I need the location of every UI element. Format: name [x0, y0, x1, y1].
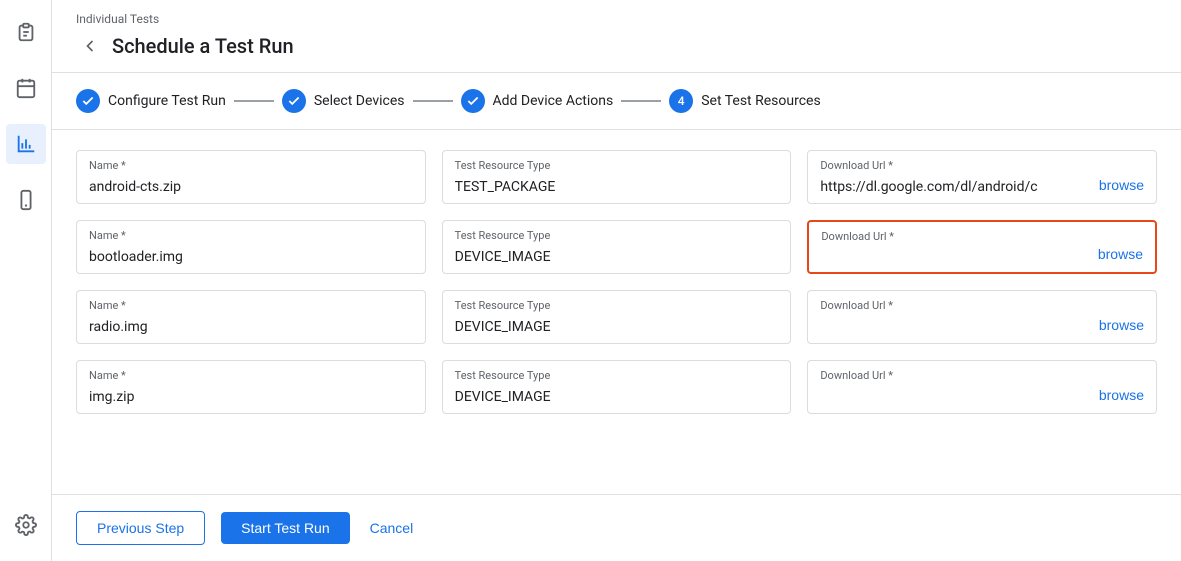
resource-2-name-value: bootloader.img — [89, 249, 183, 265]
step-connector-1 — [234, 100, 274, 102]
resource-3-url-content: Download Url * — [820, 299, 1091, 316]
step-select-devices: Select Devices — [282, 89, 405, 113]
step-label-set-test-resources: Set Test Resources — [701, 93, 820, 109]
resource-2-type-label: Test Resource Type — [455, 229, 779, 242]
resource-3-browse-button[interactable]: browse — [1099, 317, 1144, 333]
resource-1-name-value: android-cts.zip — [89, 179, 181, 195]
resource-3-url-field: Download Url * browse — [807, 290, 1157, 344]
resource-4-name-field: Name * img.zip — [76, 360, 426, 414]
resource-2-url-content: Download Url * — [821, 230, 1090, 247]
resource-3-name-value: radio.img — [89, 319, 148, 335]
resource-2-type-field: Test Resource Type DEVICE_IMAGE — [442, 220, 792, 274]
step-label-select-devices: Select Devices — [314, 93, 405, 109]
start-test-run-button[interactable]: Start Test Run — [221, 512, 349, 544]
resource-3-type-field: Test Resource Type DEVICE_IMAGE — [442, 290, 792, 344]
resource-1-url-label: Download Url * — [820, 159, 1091, 172]
resource-3-name-field: Name * radio.img — [76, 290, 426, 344]
back-button[interactable] — [76, 32, 104, 60]
resource-row-3: Name * radio.img Test Resource Type DEVI… — [76, 290, 1157, 344]
previous-step-button[interactable]: Previous Step — [76, 511, 205, 545]
step-add-device-actions: Add Device Actions — [461, 89, 614, 113]
step-connector-2 — [413, 100, 453, 102]
resource-2-url-field: Download Url * browse — [807, 220, 1157, 274]
sidebar-item-chart[interactable] — [6, 124, 46, 164]
resource-4-type-field: Test Resource Type DEVICE_IMAGE — [442, 360, 792, 414]
resource-4-browse-button[interactable]: browse — [1099, 387, 1144, 403]
footer: Previous Step Start Test Run Cancel — [52, 494, 1181, 561]
resource-4-type-label: Test Resource Type — [455, 369, 779, 382]
breadcrumb: Individual Tests — [76, 12, 1157, 26]
resource-1-type-field: Test Resource Type TEST_PACKAGE — [442, 150, 792, 204]
resource-3-url-label: Download Url * — [820, 299, 1091, 312]
resource-1-url-value: https://dl.google.com/dl/android/c — [820, 179, 1037, 195]
step-circle-configure — [76, 89, 100, 113]
resource-2-url-label: Download Url * — [821, 230, 1090, 243]
sidebar — [0, 0, 52, 561]
resource-4-url-label: Download Url * — [820, 369, 1091, 382]
resource-3-type-value: DEVICE_IMAGE — [455, 319, 551, 335]
step-label-add-device-actions: Add Device Actions — [493, 93, 614, 109]
sidebar-item-calendar[interactable] — [6, 68, 46, 108]
step-circle-set-test-resources: 4 — [669, 89, 693, 113]
resource-3-type-label: Test Resource Type — [455, 299, 779, 312]
resource-4-name-label: Name * — [89, 369, 413, 382]
resource-2-name-label: Name * — [89, 229, 413, 242]
step-set-test-resources: 4 Set Test Resources — [669, 89, 820, 113]
resource-1-name-field: Name * android-cts.zip — [76, 150, 426, 204]
stepper: Configure Test Run Select Devices Add De… — [52, 73, 1181, 130]
step-circle-select-devices — [282, 89, 306, 113]
resource-2-type-value: DEVICE_IMAGE — [455, 249, 551, 265]
resource-1-name-label: Name * — [89, 159, 413, 172]
resource-row-1: Name * android-cts.zip Test Resource Typ… — [76, 150, 1157, 204]
sidebar-item-clipboard[interactable] — [6, 12, 46, 52]
sidebar-item-settings[interactable] — [6, 505, 46, 545]
header: Individual Tests Schedule a Test Run — [52, 0, 1181, 73]
resource-1-url-content: Download Url * https://dl.google.com/dl/… — [820, 159, 1091, 195]
resource-4-url-field: Download Url * browse — [807, 360, 1157, 414]
cancel-button[interactable]: Cancel — [366, 512, 418, 544]
resource-1-type-value: TEST_PACKAGE — [455, 179, 556, 195]
resource-row-4: Name * img.zip Test Resource Type DEVICE… — [76, 360, 1157, 414]
resource-3-name-label: Name * — [89, 299, 413, 312]
resource-2-name-field: Name * bootloader.img — [76, 220, 426, 274]
resource-1-browse-button[interactable]: browse — [1099, 177, 1144, 193]
page-title: Schedule a Test Run — [112, 34, 294, 58]
resource-1-url-field: Download Url * https://dl.google.com/dl/… — [807, 150, 1157, 204]
step-circle-add-device-actions — [461, 89, 485, 113]
resource-2-browse-button[interactable]: browse — [1098, 246, 1143, 262]
resource-4-type-value: DEVICE_IMAGE — [455, 389, 551, 405]
title-row: Schedule a Test Run — [76, 32, 1157, 60]
resource-1-type-label: Test Resource Type — [455, 159, 779, 172]
resource-4-name-value: img.zip — [89, 389, 134, 405]
step-label-configure: Configure Test Run — [108, 93, 226, 109]
step-configure: Configure Test Run — [76, 89, 226, 113]
resource-row-2: Name * bootloader.img Test Resource Type… — [76, 220, 1157, 274]
resource-4-url-content: Download Url * — [820, 369, 1091, 386]
step-connector-3 — [621, 100, 661, 102]
sidebar-item-phone[interactable] — [6, 180, 46, 220]
content-area: Name * android-cts.zip Test Resource Typ… — [52, 130, 1181, 494]
main-content: Individual Tests Schedule a Test Run Con… — [52, 0, 1181, 561]
